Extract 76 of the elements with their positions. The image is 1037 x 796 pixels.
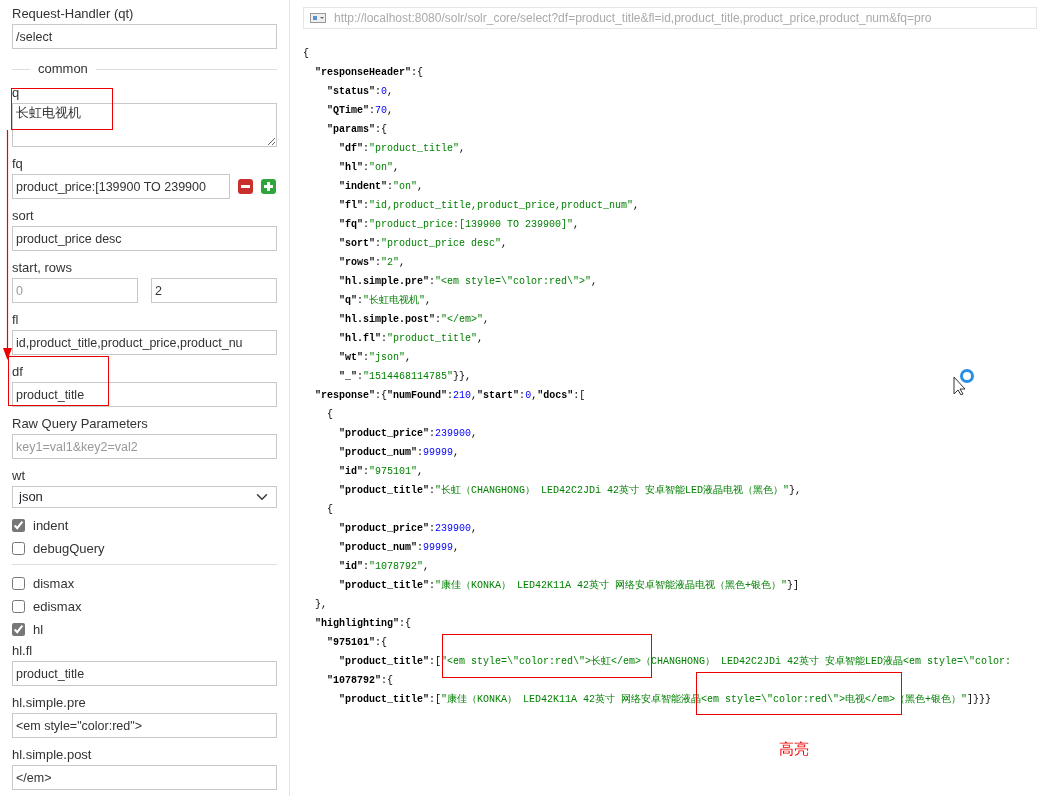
json-line: "product_price":239900, [338,427,478,441]
annotation-label: 高亮 [779,739,809,759]
text-field[interactable]: <em style="color:red"> [12,713,277,738]
json-line: "id":"975101", [338,465,424,479]
text-field[interactable]: 2 [151,278,277,303]
json-line: "params":{ [326,123,388,137]
json-line: "hl":"on", [338,161,400,175]
text-field[interactable]: product_title [12,382,277,407]
json-line: { [326,408,333,422]
field-label: q [12,85,20,101]
field-label: fl [12,312,19,328]
text-field[interactable]: 0 [12,278,138,303]
remove-button[interactable] [238,179,253,194]
text-field[interactable]: /select [12,24,277,49]
text-area[interactable]: 长虹电视机 [12,103,277,147]
json-line: "hl.simple.post":"</em>", [338,313,490,327]
field-label: Request-Handler (qt) [12,6,134,22]
field-label: hl.fl [12,643,33,659]
json-line: "wt":"json", [338,351,412,365]
json-line: "fl":"id,product_title,product_price,product_num", [338,199,640,213]
json-line: "q":"长虹电视机", [338,293,432,308]
json-line: "responseHeader":{ [314,66,424,80]
json-line: { [303,47,309,61]
field-label: hl.simple.pre [12,695,86,711]
format-select[interactable]: json [12,486,277,508]
json-line: "df":"product_title", [338,142,466,156]
field-label: sort [12,208,34,224]
json-line: "1078792":{ [326,674,394,688]
checkbox-label: debugQuery [33,540,105,557]
json-line: "QTime":70, [326,104,394,118]
add-button[interactable] [261,179,276,194]
json-line: }, [314,598,327,612]
checkbox-label: dismax [33,575,75,592]
json-line: "product_title":"长虹（CHANGHONG） LED42C2JDi 42英寸 安卓智能LED液晶电视（黑色）"}, [338,483,802,498]
checkbox-label: indent [33,517,69,534]
checkbox[interactable] [12,577,25,590]
text-field[interactable]: id,product_title,product_price,product_nu [12,330,277,355]
json-line: "highlighting":{ [314,617,412,631]
json-line: "product_num":99999, [338,541,460,555]
json-line: "status":0, [326,85,394,99]
checkbox[interactable] [12,519,25,532]
json-line: "_":"1514468114785"}}, [338,370,472,384]
checkbox[interactable] [12,623,25,636]
busy-cursor-icon [953,368,976,395]
text-field[interactable]: product_price:[139900 TO 239900 [12,174,230,199]
text-field[interactable]: </em> [12,765,277,790]
json-line: "fq":"product_price:[139900 TO 239900]", [338,218,580,232]
json-line: "sort":"product_price desc", [338,237,508,251]
text-field[interactable]: key1=val1&key2=val2 [12,434,277,459]
checkbox-label: hl [33,621,44,638]
section-title: common [38,61,88,77]
text-field[interactable]: product_price desc [12,226,277,251]
page-icon [310,13,326,23]
plus-icon [264,182,273,191]
field-label: hl.simple.post [12,747,92,763]
minus-icon [241,185,250,188]
field-label: df [12,364,23,380]
json-line: { [326,503,333,517]
json-line: "hl.simple.pre":"<em style=\"color:red\">", [338,275,598,289]
json-line: "indent":"on", [338,180,424,194]
field-label: Raw Query Parameters [12,416,148,432]
json-line: "product_num":99999, [338,446,460,460]
field-label: fq [12,156,23,172]
field-label: start, rows [12,260,72,276]
checkbox[interactable] [12,542,25,555]
json-line: "hl.fl":"product_title", [338,332,484,346]
json-line: "product_price":239900, [338,522,478,536]
json-line: "product_title":"康佳（KONKA） LED42K11A 42英寸 网络安卓智能液晶电视（黑色+银色）"}] [338,578,800,593]
json-line: "response":{"numFound":210,"start":0,"docs":[ [314,389,586,403]
json-line: "id":"1078792", [338,560,430,574]
text-field[interactable]: product_title [12,661,277,686]
checkbox[interactable] [12,600,25,613]
json-line: "rows":"2", [338,256,406,270]
json-line: "975101":{ [326,636,388,650]
field-label: wt [12,468,25,484]
checkbox-label: edismax [33,598,82,615]
